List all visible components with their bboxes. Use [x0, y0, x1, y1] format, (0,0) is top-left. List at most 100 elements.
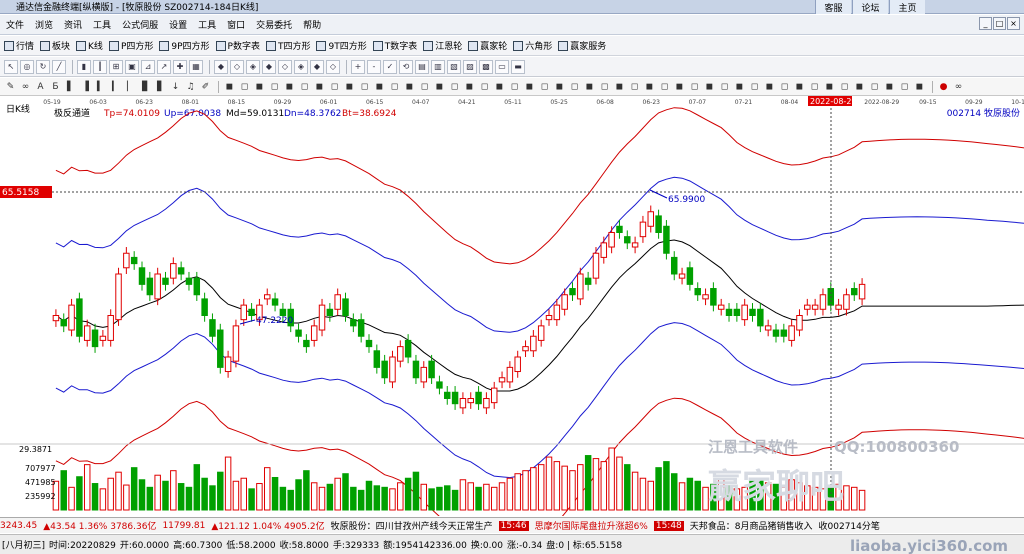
grid-icon[interactable]: ▦ [189, 59, 203, 74]
sq3-icon[interactable]: ◼ [253, 81, 266, 93]
sq9-icon[interactable]: ◼ [343, 81, 356, 93]
sq23-icon[interactable]: ◼ [553, 81, 566, 93]
ticker-item[interactable]: 天邦食品：8月商品猪销售收入 [690, 519, 813, 532]
diamond6-icon[interactable]: ◈ [294, 59, 308, 74]
diamond5-icon[interactable]: ◇ [278, 59, 292, 74]
menu-formula[interactable]: 公式伺服 [122, 18, 158, 31]
ruler-icon[interactable]: ┃ [93, 59, 107, 74]
menu-tools[interactable]: 工具 [93, 18, 111, 31]
sq26-icon[interactable]: ◻ [598, 81, 611, 93]
sq20-icon[interactable]: ◻ [508, 81, 521, 93]
toolbar-service-button[interactable]: 赢家服务 [558, 39, 606, 52]
sq32-icon[interactable]: ◻ [688, 81, 701, 93]
bar1-icon[interactable]: ▌ [64, 81, 77, 93]
fan-icon[interactable]: ⊿ [141, 59, 155, 74]
table-icon[interactable]: ▥ [431, 59, 445, 74]
bars-icon[interactable]: ▮ [77, 59, 91, 74]
sq46-icon[interactable]: ◻ [898, 81, 911, 93]
ticker-item[interactable]: 收002714分笔 [819, 519, 880, 532]
sq37-icon[interactable]: ◼ [763, 81, 776, 93]
menu-settings[interactable]: 设置 [169, 18, 187, 31]
toolbar-p-button[interactable]: P数字表 [215, 39, 260, 52]
plus-icon[interactable]: + [351, 59, 365, 74]
toolbar-kline-button[interactable]: K线 [76, 39, 103, 52]
sq17-icon[interactable]: ◼ [463, 81, 476, 93]
sq12-icon[interactable]: ◻ [388, 81, 401, 93]
bar2-icon[interactable]: ▐ [79, 81, 92, 93]
sq35-icon[interactable]: ◼ [733, 81, 746, 93]
minimize-icon[interactable]: _ [979, 17, 992, 30]
refresh-icon[interactable]: ↻ [36, 59, 50, 74]
sq18-icon[interactable]: ◻ [478, 81, 491, 93]
sq14-icon[interactable]: ◻ [418, 81, 431, 93]
toolbar-9p-button[interactable]: 9P四方形 [159, 39, 210, 52]
sq13-icon[interactable]: ◼ [403, 81, 416, 93]
diamond4-icon[interactable]: ◆ [262, 59, 276, 74]
truck-icon[interactable]: ▬ [511, 59, 525, 74]
diamond8-icon[interactable]: ◇ [326, 59, 340, 74]
menu-file[interactable]: 文件 [6, 18, 24, 31]
sq6-icon[interactable]: ◻ [298, 81, 311, 93]
sq41-icon[interactable]: ◼ [823, 81, 836, 93]
diamond3-icon[interactable]: ◈ [246, 59, 260, 74]
mark-icon[interactable]: ♫ [184, 81, 197, 93]
sq5-icon[interactable]: ◼ [283, 81, 296, 93]
diamond2-icon[interactable]: ◇ [230, 59, 244, 74]
down-icon[interactable]: ↓ [169, 81, 182, 93]
toolbar-star-button[interactable]: 六角形 [513, 39, 552, 52]
close-icon[interactable]: × [1007, 17, 1020, 30]
pen2-icon[interactable]: ✐ [199, 81, 212, 93]
sq10-icon[interactable]: ◻ [358, 81, 371, 93]
sq33-icon[interactable]: ◼ [703, 81, 716, 93]
chart-icon[interactable]: ▩ [479, 59, 493, 74]
sq21-icon[interactable]: ◼ [523, 81, 536, 93]
sq22-icon[interactable]: ◻ [538, 81, 551, 93]
sq30-icon[interactable]: ◻ [658, 81, 671, 93]
menu-browse[interactable]: 浏览 [35, 18, 53, 31]
b-icon[interactable]: Б [49, 81, 62, 93]
color-icon[interactable]: ● [937, 81, 950, 93]
ticker-item[interactable]: ▲121.12 1.04% 4905.2亿 [211, 519, 324, 532]
link-icon[interactable]: ∞ [19, 81, 32, 93]
sq43-icon[interactable]: ◼ [853, 81, 866, 93]
toolbar-circle-button[interactable]: 江恩轮 [423, 39, 462, 52]
cross-icon[interactable]: ✚ [173, 59, 187, 74]
sq24-icon[interactable]: ◻ [568, 81, 581, 93]
a-icon[interactable]: A [34, 81, 47, 93]
sq15-icon[interactable]: ◼ [433, 81, 446, 93]
sq27-icon[interactable]: ◼ [613, 81, 626, 93]
restore-icon[interactable]: □ [993, 17, 1006, 30]
ticker-item[interactable]: 思摩尔国际尾盘拉升涨超6% [535, 519, 648, 532]
sq1-icon[interactable]: ◼ [223, 81, 236, 93]
bar5-icon[interactable]: ▏ [124, 81, 137, 93]
line-tool-icon[interactable]: ╱ [52, 59, 66, 74]
sq36-icon[interactable]: ◻ [748, 81, 761, 93]
ticker-item[interactable]: 15:48 [653, 520, 684, 531]
toolbar-board-button[interactable]: 板块 [40, 39, 70, 52]
toolbar-t-button[interactable]: T数字表 [372, 39, 417, 52]
ticker-item[interactable]: 3243.45 [0, 521, 37, 531]
sq19-icon[interactable]: ◼ [493, 81, 506, 93]
menu-trade[interactable]: 交易委托 [256, 18, 292, 31]
sq11-icon[interactable]: ◼ [373, 81, 386, 93]
menu-info[interactable]: 资讯 [64, 18, 82, 31]
bar3-icon[interactable]: ▍ [94, 81, 107, 93]
gann-icon[interactable]: ⊞ [109, 59, 123, 74]
sq38-icon[interactable]: ◻ [778, 81, 791, 93]
sq2-icon[interactable]: ◻ [238, 81, 251, 93]
toolbar-circle-button[interactable]: 赢家轮 [468, 39, 507, 52]
sq16-icon[interactable]: ◻ [448, 81, 461, 93]
toolbar-9t-button[interactable]: 9T四方形 [316, 39, 367, 52]
sq4-icon[interactable]: ◻ [268, 81, 281, 93]
support-button[interactable]: 客服 [815, 0, 851, 14]
sq39-icon[interactable]: ◼ [793, 81, 806, 93]
sq45-icon[interactable]: ◼ [883, 81, 896, 93]
pointer-icon[interactable]: ↖ [4, 59, 18, 74]
sq47-icon[interactable]: ◼ [913, 81, 926, 93]
sq29-icon[interactable]: ◼ [643, 81, 656, 93]
sq42-icon[interactable]: ◻ [838, 81, 851, 93]
sq28-icon[interactable]: ◻ [628, 81, 641, 93]
sq44-icon[interactable]: ◻ [868, 81, 881, 93]
panel-icon[interactable]: ▧ [447, 59, 461, 74]
ticker-item[interactable]: ▲43.54 1.36% 3786.36亿 [43, 519, 156, 532]
